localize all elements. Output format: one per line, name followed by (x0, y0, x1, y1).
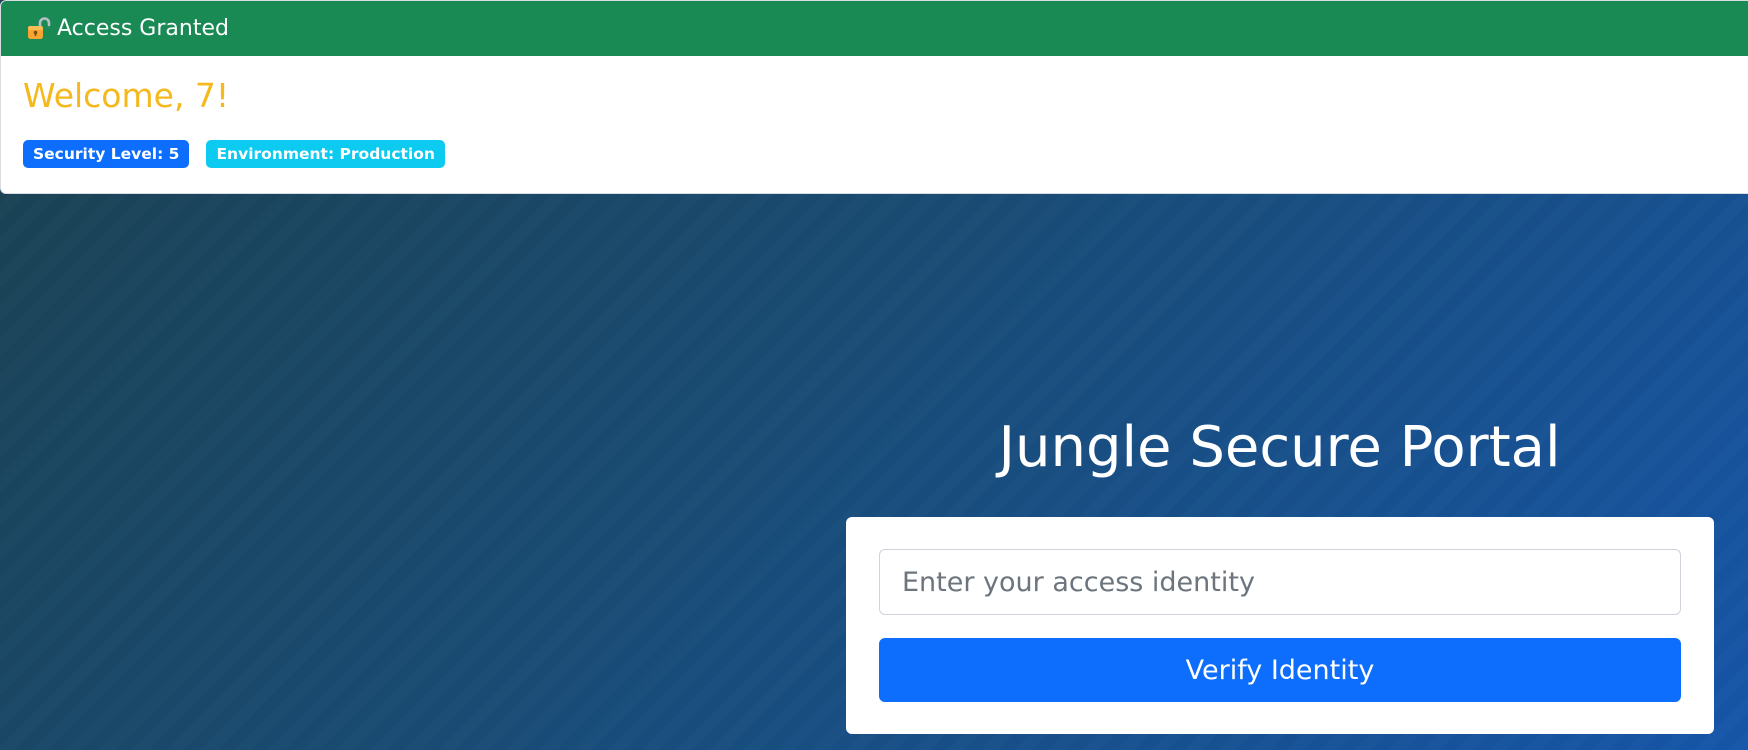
environment-badge: Environment: Production (206, 139, 445, 169)
verify-identity-button[interactable]: Verify Identity (879, 638, 1681, 702)
access-body: Welcome, 7! Security Level: 5 Environmen… (1, 56, 1748, 188)
badge-group: Security Level: 5 Environment: Productio… (23, 139, 1737, 169)
access-granted-card: Access Granted Welcome, 7! Security Leve… (0, 0, 1748, 194)
page-background: Access Granted Welcome, 7! Security Leve… (0, 0, 1748, 750)
access-header-title: Access Granted (57, 16, 229, 41)
security-level-badge: Security Level: 5 (23, 139, 190, 169)
identity-form-card: Verify Identity (846, 517, 1714, 734)
welcome-message: Welcome, 7! (23, 76, 230, 115)
access-header: Access Granted (1, 1, 1748, 56)
portal-title: Jungle Secure Portal (998, 415, 1561, 480)
access-identity-input[interactable] (879, 549, 1681, 615)
unlocked-padlock-icon (25, 16, 51, 42)
